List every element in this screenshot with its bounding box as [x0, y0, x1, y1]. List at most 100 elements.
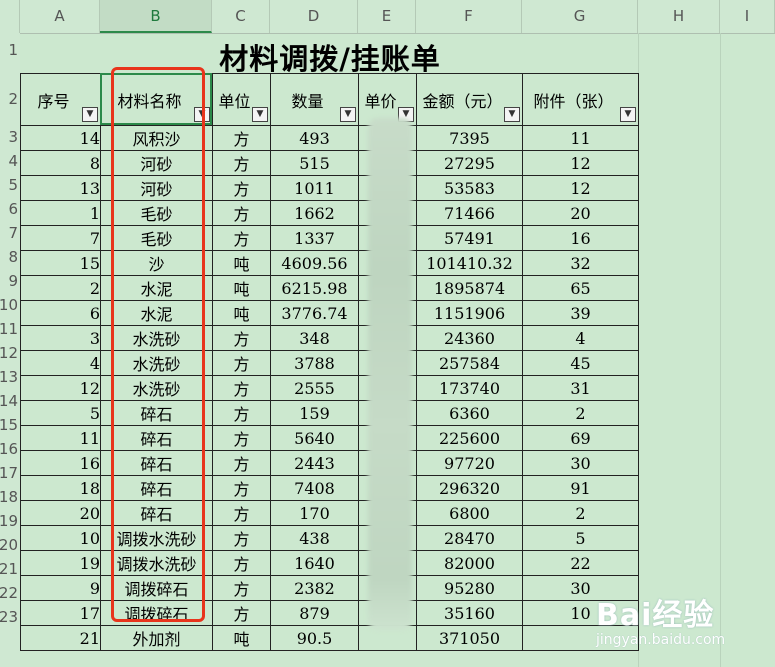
cell-quantity[interactable]: 1640	[270, 550, 359, 576]
cell-attachments[interactable]: 4	[522, 325, 639, 351]
select-all-corner[interactable]	[0, 0, 20, 33]
cell-unit[interactable]: 吨	[212, 625, 271, 651]
cell-quantity[interactable]: 438	[270, 525, 359, 551]
cell-attachments[interactable]: 32	[522, 250, 639, 276]
column-header-i[interactable]: I	[720, 0, 775, 33]
cell-unit[interactable]: 方	[212, 525, 271, 551]
cell-amount[interactable]: 1151906	[416, 300, 523, 326]
row-header[interactable]: 7	[0, 224, 18, 242]
cell-quantity[interactable]: 3776.74	[270, 300, 359, 326]
cell-amount[interactable]: 82000	[416, 550, 523, 576]
column-header-a[interactable]: A	[20, 0, 100, 33]
cell-quantity[interactable]: 170	[270, 500, 359, 526]
row-header[interactable]: 2	[0, 90, 18, 108]
cell-unit[interactable]: 方	[212, 150, 271, 176]
cell-seq[interactable]: 13	[20, 175, 101, 201]
cell-quantity[interactable]: 1011	[270, 175, 359, 201]
cell-unit[interactable]: 方	[212, 500, 271, 526]
cell-unit[interactable]: 方	[212, 225, 271, 251]
filter-dropdown-icon[interactable]: ▼	[340, 107, 356, 122]
cell-amount[interactable]: 57491	[416, 225, 523, 251]
cell-seq[interactable]: 11	[20, 425, 101, 451]
cell-quantity[interactable]: 3788	[270, 350, 359, 376]
cell-quantity[interactable]: 1337	[270, 225, 359, 251]
row-header[interactable]: 17	[0, 464, 18, 482]
cell-amount[interactable]: 24360	[416, 325, 523, 351]
column-header-e[interactable]: E	[358, 0, 416, 33]
column-header-g[interactable]: G	[522, 0, 638, 33]
cell-unit[interactable]: 方	[212, 325, 271, 351]
cell-seq[interactable]: 19	[20, 550, 101, 576]
cell-unit[interactable]: 方	[212, 600, 271, 626]
column-header-d[interactable]: D	[270, 0, 358, 33]
cell-unit[interactable]: 方	[212, 550, 271, 576]
column-header-c[interactable]: C	[212, 0, 270, 33]
cell-quantity[interactable]: 348	[270, 325, 359, 351]
cell-seq[interactable]: 2	[20, 275, 101, 301]
header-unit[interactable]: 单位 ▼	[212, 73, 271, 126]
cell-seq[interactable]: 17	[20, 600, 101, 626]
cell-unit[interactable]: 方	[212, 450, 271, 476]
row-header[interactable]: 11	[0, 320, 18, 338]
row-header[interactable]: 16	[0, 440, 18, 458]
cell-amount[interactable]: 1895874	[416, 275, 523, 301]
cell-seq[interactable]: 16	[20, 450, 101, 476]
row-header[interactable]: 20	[0, 536, 18, 554]
cell-amount[interactable]: 35160	[416, 600, 523, 626]
row-header[interactable]: 19	[0, 512, 18, 530]
row-header[interactable]: 22	[0, 584, 18, 602]
cell-seq[interactable]: 15	[20, 250, 101, 276]
cell-seq[interactable]: 9	[20, 575, 101, 601]
cell-unit[interactable]: 方	[212, 125, 271, 151]
cell-amount[interactable]: 7395	[416, 125, 523, 151]
header-quantity[interactable]: 数量 ▼	[270, 73, 359, 126]
row-header[interactable]: 10	[0, 296, 18, 314]
cell-attachments[interactable]: 11	[522, 125, 639, 151]
row-header[interactable]: 4	[0, 152, 18, 170]
filter-dropdown-icon[interactable]: ▼	[504, 107, 520, 122]
cell-seq[interactable]: 5	[20, 400, 101, 426]
row-header[interactable]: 15	[0, 416, 18, 434]
cell-amount[interactable]: 296320	[416, 475, 523, 501]
row-header[interactable]: 3	[0, 128, 18, 146]
cell-quantity[interactable]: 6215.98	[270, 275, 359, 301]
cell-seq[interactable]: 21	[20, 625, 101, 651]
cell-amount[interactable]: 173740	[416, 375, 523, 401]
cell-attachments[interactable]: 31	[522, 375, 639, 401]
cell-quantity[interactable]: 515	[270, 150, 359, 176]
row-header[interactable]: 8	[0, 248, 18, 266]
cell-unit[interactable]: 方	[212, 200, 271, 226]
header-seq[interactable]: 序号 ▼	[20, 73, 101, 126]
cell-seq[interactable]: 14	[20, 125, 101, 151]
cell-unit[interactable]: 吨	[212, 250, 271, 276]
cell-quantity[interactable]: 90.5	[270, 625, 359, 651]
cell-unit[interactable]: 吨	[212, 300, 271, 326]
cell-quantity[interactable]: 7408	[270, 475, 359, 501]
cell-attachments[interactable]: 69	[522, 425, 639, 451]
cell-attachments[interactable]: 2	[522, 500, 639, 526]
cell-quantity[interactable]: 5640	[270, 425, 359, 451]
cell-amount[interactable]: 27295	[416, 150, 523, 176]
row-header[interactable]: 23	[0, 608, 18, 626]
cell-attachments[interactable]: 45	[522, 350, 639, 376]
cell-amount[interactable]: 97720	[416, 450, 523, 476]
cell-attachments[interactable]: 2	[522, 400, 639, 426]
cell-attachments[interactable]: 12	[522, 175, 639, 201]
cell-seq[interactable]: 1	[20, 200, 101, 226]
cell-amount[interactable]: 257584	[416, 350, 523, 376]
cell-attachments[interactable]: 91	[522, 475, 639, 501]
row-header[interactable]: 21	[0, 560, 18, 578]
cell-seq[interactable]: 18	[20, 475, 101, 501]
cell-attachments[interactable]: 65	[522, 275, 639, 301]
cell-seq[interactable]: 10	[20, 525, 101, 551]
cell-unit[interactable]: 方	[212, 375, 271, 401]
row-header[interactable]: 6	[0, 200, 18, 218]
cell-attachments[interactable]: 16	[522, 225, 639, 251]
filter-dropdown-icon[interactable]: ▼	[82, 107, 98, 122]
header-amount[interactable]: 金额（元） ▼	[416, 73, 523, 126]
cell-quantity[interactable]: 2443	[270, 450, 359, 476]
cell-unit[interactable]: 方	[212, 475, 271, 501]
cell-unit[interactable]: 方	[212, 175, 271, 201]
cell-attachments[interactable]: 12	[522, 150, 639, 176]
column-header-f[interactable]: F	[416, 0, 522, 33]
